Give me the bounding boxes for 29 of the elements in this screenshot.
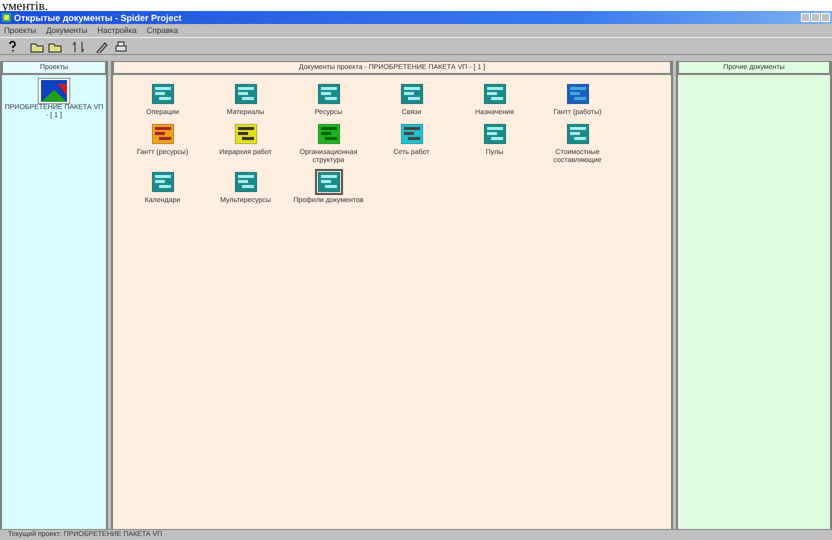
app-icon: [2, 13, 11, 22]
sort-icon: [70, 40, 86, 52]
project-icon[interactable]: [38, 78, 70, 104]
document-type-icon: [484, 124, 506, 144]
document-button[interactable]: [314, 169, 342, 195]
document-type-icon: [234, 84, 256, 104]
menu-item[interactable]: Документы: [46, 26, 88, 35]
document-type-icon: [234, 172, 256, 192]
document-type-icon: [566, 84, 588, 104]
print-icon: [112, 40, 128, 52]
menu-item[interactable]: Справка: [146, 26, 178, 35]
document-type-icon: [152, 84, 174, 104]
menu-item[interactable]: Проекты: [4, 26, 36, 35]
document-type-icon: [318, 84, 340, 104]
document-type-icon: [318, 172, 340, 192]
document-type-icon: [400, 124, 422, 144]
document-type-icon: [152, 124, 174, 144]
menu-item[interactable]: Настройка: [97, 26, 137, 35]
document-type-icon: [484, 84, 506, 104]
document-type-icon: [152, 172, 174, 192]
toolbar-button[interactable]: [70, 40, 86, 52]
page-text: ументів.: [1, 0, 49, 11]
document-type-icon: [566, 124, 588, 144]
window-title: Открытые документы - Spider Project: [14, 12, 182, 22]
document-type-icon: [234, 124, 256, 144]
document-type-icon: [400, 84, 422, 104]
edit-icon: [94, 40, 110, 52]
toolbar-button[interactable]: [94, 40, 110, 52]
document-type-icon: [318, 124, 340, 144]
